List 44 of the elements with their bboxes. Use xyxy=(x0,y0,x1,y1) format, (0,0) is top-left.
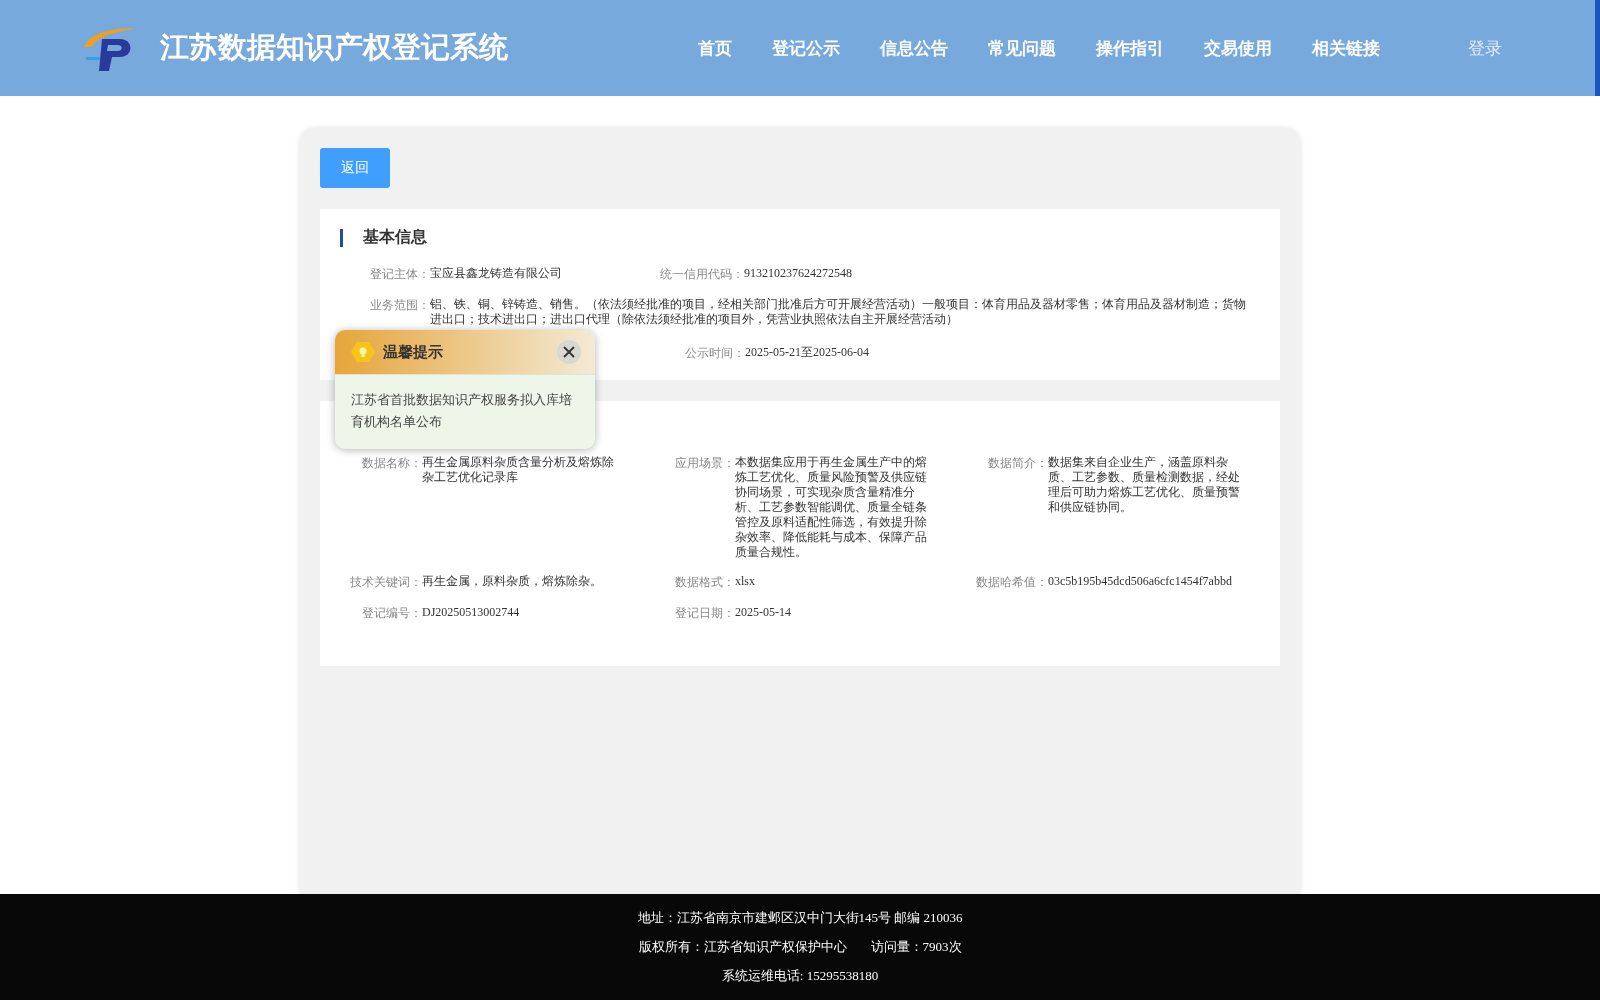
field-value: 2025-05-21至2025-06-04 xyxy=(745,345,869,361)
site-title: 江苏数据知识产权登记系统 xyxy=(160,30,508,65)
field-value: 再生金属原料杂质含量分析及熔炼除杂工艺优化记录库 xyxy=(422,455,615,486)
close-icon xyxy=(563,346,575,358)
nav-link[interactable]: 常见问题 xyxy=(988,36,1056,60)
field-label: 数据格式： xyxy=(674,574,735,591)
nav-link[interactable]: 交易使用 xyxy=(1204,36,1272,60)
field-value: 铝、铁、铜、锌铸造、销售。（依法须经批准的项目，经相关部门批准后方可开展经营活动）一般项目：体育用品及器材零售；体育用品及器材制造；货物进出口；技术进出口；进出口代理（除依法须经批准的项目外，凭营业执照依法自主开展经营活动） xyxy=(430,297,1247,327)
nav-link[interactable]: 相关链接 xyxy=(1312,36,1380,60)
login-link[interactable]: 登录 xyxy=(1468,36,1502,60)
field-label: 数据哈希值： xyxy=(976,574,1048,591)
footer-text: 系统运维电话: 15295538180 xyxy=(721,967,879,985)
popup-title: 温馨提示 xyxy=(383,342,444,362)
footer-text: 地址：江苏省南京市建邺区汉中门大街145号 邮编 210036 xyxy=(637,909,963,927)
back-button[interactable]: 返回 xyxy=(320,148,390,188)
field-label: 业务范围： xyxy=(370,297,430,314)
field-value: 913210237624272548 xyxy=(744,266,852,282)
footer-text: 访问量：7903次 xyxy=(870,938,962,956)
field-label: 登记日期： xyxy=(674,605,735,622)
field-value: xlsx xyxy=(735,574,756,590)
close-button[interactable] xyxy=(557,340,581,364)
field-value: 数据集来自企业生产，涵盖原料杂质、工艺参数、质量检测数据，经处理后可助力熔炼工艺优化、质量预警和供应链协同。 xyxy=(1048,455,1241,516)
field-label: 统一信用代码： xyxy=(660,266,744,283)
field-label: 数据名称： xyxy=(361,455,422,472)
field-label: 数据简介： xyxy=(987,455,1048,472)
field-label: 公示时间： xyxy=(685,345,745,362)
field-value: 03c5b195b45dcd506a6cfc1454f7abbd xyxy=(1048,574,1233,590)
field-value: DJ20250513002744 xyxy=(422,605,521,621)
field-value: 本数据集应用于再生金属生产中的熔炼工艺优化、质量风险预警及供应链协同场景，可实现杂质含量精准分析、工艺参数智能调优、质量全链条管控及原料适配性筛选，有效提升除杂效率、降低能耗与成本、保障产品质量合规性。 xyxy=(735,455,928,560)
field-label: 登记编号： xyxy=(361,605,422,622)
lightbulb-icon xyxy=(351,340,375,364)
popup-message: 江苏省首批数据知识产权服务拟入库培育机构名单公布 xyxy=(350,391,573,431)
field-value: 2025-05-14 xyxy=(735,605,792,621)
nav-link[interactable]: 登记公示 xyxy=(772,36,840,60)
field-value: 再生金属，原料杂质，熔炼除杂。 xyxy=(422,574,603,590)
field-label: 技术关键词： xyxy=(350,574,422,591)
nav-link[interactable]: 首页 xyxy=(698,36,732,60)
field-label: 登记主体： xyxy=(370,266,430,283)
field-label: 应用场景： xyxy=(674,455,735,472)
nav-link[interactable]: 操作指引 xyxy=(1096,36,1164,60)
section-title: 基本信息 xyxy=(363,227,427,247)
field-value: 宝应县鑫龙铸造有限公司 xyxy=(430,266,562,282)
footer-text: 版权所有：江苏省知识产权保护中心 xyxy=(638,938,847,956)
nav-link[interactable]: 信息公告 xyxy=(880,36,948,60)
